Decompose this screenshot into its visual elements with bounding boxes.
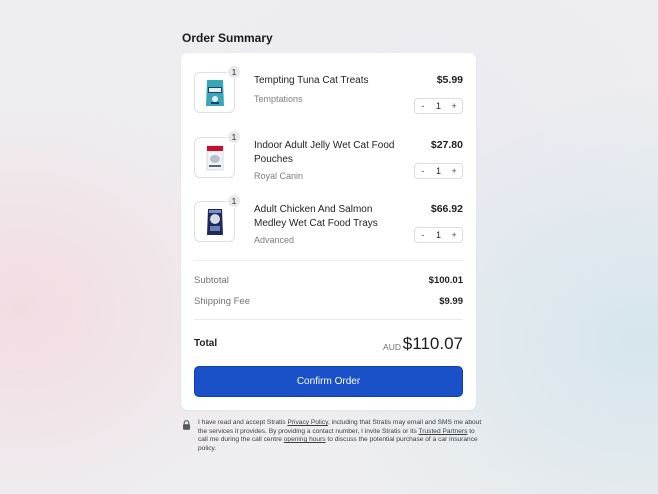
product-image[interactable]	[194, 72, 235, 113]
product-price: $66.92	[430, 203, 463, 215]
quantity-stepper: - 1 +	[414, 163, 463, 179]
subtotal-label: Subtotal	[194, 275, 229, 286]
product-image[interactable]	[194, 137, 235, 178]
quantity-badge: 1	[227, 130, 241, 144]
quantity-badge: 1	[227, 194, 241, 208]
shipping-value: $9.99	[439, 296, 463, 307]
cart-item: 1 Tempting Tuna Cat Treats Temptations $…	[181, 65, 476, 132]
decrease-quantity-button[interactable]: -	[415, 99, 431, 113]
cat-treats-pouch-icon	[205, 79, 224, 106]
subtotal-value: $100.01	[428, 275, 463, 286]
consent-text: I have read and accept Stratis Privacy P…	[198, 419, 482, 453]
shipping-label: Shipping Fee	[194, 296, 250, 307]
cat-food-pouch-icon	[206, 145, 223, 170]
privacy-policy-link[interactable]: Privacy Policy	[287, 419, 328, 426]
product-name[interactable]: Indoor Adult Jelly Wet Cat Food Pouches	[254, 139, 404, 167]
total-value: $110.07	[402, 334, 463, 353]
trusted-partners-link[interactable]: Trusted Partners	[419, 428, 468, 435]
product-image[interactable]	[194, 201, 235, 242]
quantity-value[interactable]: 1	[431, 164, 447, 178]
quantity-stepper: - 1 +	[414, 227, 463, 243]
decrease-quantity-button[interactable]: -	[415, 228, 431, 242]
product-brand: Advanced	[254, 235, 295, 245]
product-name[interactable]: Adult Chicken And Salmon Medley Wet Cat …	[254, 203, 404, 231]
quantity-badge: 1	[227, 65, 241, 79]
divider	[194, 319, 463, 320]
cart-item: 1 Indoor Adult Jelly Wet Cat Food Pouche…	[181, 130, 476, 197]
opening-hours-link[interactable]: opening hours	[284, 436, 326, 443]
decrease-quantity-button[interactable]: -	[415, 164, 431, 178]
product-name[interactable]: Tempting Tuna Cat Treats	[254, 74, 404, 88]
product-brand: Temptations	[254, 94, 303, 104]
quantity-value[interactable]: 1	[431, 99, 447, 113]
cat-food-bag-icon	[206, 208, 223, 235]
order-summary-card: 1 Tempting Tuna Cat Treats Temptations $…	[181, 53, 476, 410]
quantity-value[interactable]: 1	[431, 228, 447, 242]
product-price: $5.99	[436, 74, 463, 86]
currency-code: AUD	[383, 342, 401, 352]
cart-item: 1 Adult Chicken And Salmon Medley Wet Ca…	[181, 194, 476, 261]
product-brand: Royal Canin	[254, 171, 304, 181]
consent-text-part: I have read and accept Stratis	[198, 419, 288, 426]
lock-icon	[183, 420, 190, 430]
confirm-order-button[interactable]: Confirm Order	[194, 366, 463, 397]
page-title: Order Summary	[182, 31, 273, 45]
product-price: $27.80	[430, 139, 463, 151]
increase-quantity-button[interactable]: +	[446, 164, 462, 178]
total-label: Total	[194, 338, 218, 349]
increase-quantity-button[interactable]: +	[446, 99, 462, 113]
increase-quantity-button[interactable]: +	[446, 228, 462, 242]
quantity-stepper: - 1 +	[414, 98, 463, 114]
divider	[194, 260, 463, 261]
